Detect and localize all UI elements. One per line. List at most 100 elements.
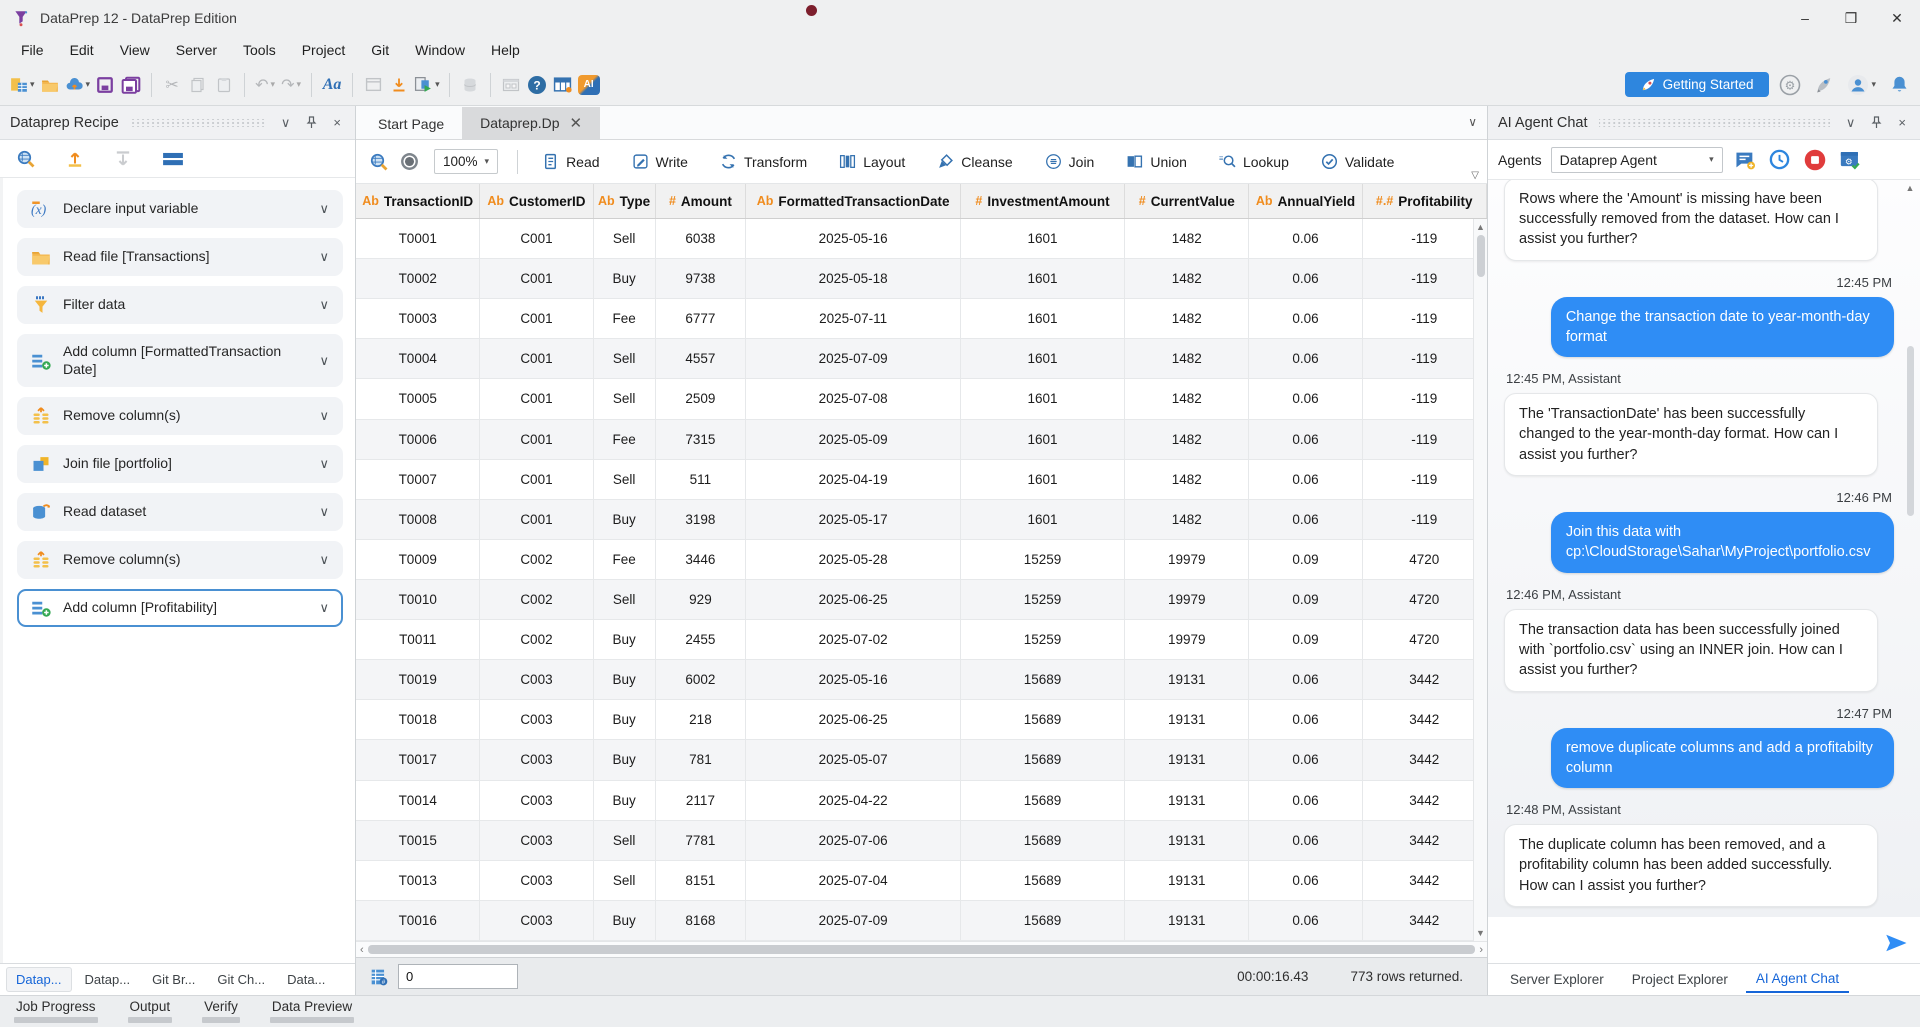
table-cell[interactable]: 511	[656, 460, 746, 499]
table-cell[interactable]: 1601	[961, 500, 1125, 539]
table-cell[interactable]: T0008	[356, 500, 480, 539]
table-cell[interactable]: 2455	[656, 620, 746, 659]
grid-column-header[interactable]: Ab FormattedTransactionDate	[746, 184, 961, 218]
table-cell[interactable]: 929	[656, 580, 746, 619]
table-row[interactable]: T0003C001Fee67772025-07-11160114820.06-1…	[356, 299, 1487, 339]
chevron-down-icon[interactable]: ∨	[319, 353, 329, 369]
table-cell[interactable]: 2025-05-09	[746, 420, 961, 459]
table-cell[interactable]: 2025-05-16	[746, 660, 961, 699]
grid-column-header[interactable]: Ab Type	[594, 184, 656, 218]
menu-item[interactable]: Window	[402, 39, 478, 61]
table-cell[interactable]: 0.06	[1249, 901, 1362, 940]
right-dock-tab[interactable]: Server Explorer	[1500, 967, 1614, 992]
table-cell[interactable]: 15689	[961, 821, 1125, 860]
table-cell[interactable]: Sell	[594, 339, 656, 378]
close-button[interactable]: ✕	[1874, 0, 1920, 36]
table-cell[interactable]: 1482	[1125, 259, 1249, 298]
ribbon-button[interactable]: Write	[619, 147, 701, 176]
list-view-button[interactable]	[162, 150, 184, 168]
recipe-step[interactable]: Read dataset ∨	[17, 493, 343, 531]
table-cell[interactable]: T0010	[356, 580, 480, 619]
grid-column-header[interactable]: Ab TransactionID	[356, 184, 480, 218]
table-cell[interactable]: 15689	[961, 700, 1125, 739]
table-cell[interactable]: 2025-04-22	[746, 781, 961, 820]
table-cell[interactable]: 19131	[1125, 821, 1249, 860]
table-cell[interactable]: -119	[1363, 460, 1487, 499]
table-cell[interactable]: 8151	[656, 861, 746, 900]
table-cell[interactable]: Fee	[594, 540, 656, 579]
table-cell[interactable]: 0.06	[1249, 781, 1362, 820]
table-cell[interactable]: C001	[480, 339, 593, 378]
table-cell[interactable]: T0003	[356, 299, 480, 338]
user-account-button[interactable]: ▾	[1845, 71, 1878, 99]
table-cell[interactable]: 3442	[1363, 740, 1487, 779]
table-cell[interactable]: C001	[480, 500, 593, 539]
table-cell[interactable]: 19979	[1125, 540, 1249, 579]
table-cell[interactable]: C001	[480, 379, 593, 418]
table-cell[interactable]: T0018	[356, 700, 480, 739]
table-row[interactable]: T0016C003Buy81682025-07-0915689191310.06…	[356, 901, 1487, 941]
table-cell[interactable]: Sell	[594, 861, 656, 900]
table-cell[interactable]: 0.06	[1249, 219, 1362, 258]
table-row[interactable]: T0019C003Buy60022025-05-1615689191310.06…	[356, 660, 1487, 700]
table-cell[interactable]: 1482	[1125, 339, 1249, 378]
table-cell[interactable]: T0001	[356, 219, 480, 258]
table-cell[interactable]: 3198	[656, 500, 746, 539]
table-row[interactable]: T0017C003Buy7812025-05-0715689191310.063…	[356, 740, 1487, 780]
open-file-button[interactable]	[37, 71, 63, 99]
table-cell[interactable]: Fee	[594, 299, 656, 338]
right-dock-tab[interactable]: AI Agent Chat	[1746, 966, 1849, 993]
menu-item[interactable]: Tools	[230, 39, 289, 61]
ribbon-button[interactable]: Union	[1113, 147, 1200, 176]
table-cell[interactable]: Buy	[594, 500, 656, 539]
table-cell[interactable]: 781	[656, 740, 746, 779]
table-cell[interactable]: 0.06	[1249, 259, 1362, 298]
grid-column-header[interactable]: Ab CustomerID	[480, 184, 593, 218]
compare-button[interactable]	[498, 71, 524, 99]
recipe-step[interactable]: Declare input variable ∨	[17, 190, 343, 228]
table-cell[interactable]: 6002	[656, 660, 746, 699]
table-cell[interactable]: 0.09	[1249, 620, 1362, 659]
ribbon-button[interactable]: Lookup	[1206, 147, 1302, 176]
table-cell[interactable]: C003	[480, 700, 593, 739]
table-cell[interactable]: -119	[1363, 339, 1487, 378]
table-cell[interactable]: 15259	[961, 580, 1125, 619]
table-cell[interactable]: -119	[1363, 500, 1487, 539]
table-cell[interactable]: C001	[480, 460, 593, 499]
table-cell[interactable]: 1482	[1125, 460, 1249, 499]
table-cell[interactable]: Sell	[594, 219, 656, 258]
notifications-button[interactable]	[1886, 71, 1912, 99]
agent-select[interactable]: Dataprep Agent▾	[1551, 147, 1723, 173]
table-row[interactable]: T0007C001Sell5112025-04-19160114820.06-1…	[356, 460, 1487, 500]
ribbon-overflow-chevron[interactable]: ▽	[1471, 170, 1479, 181]
vertical-scrollbar[interactable]: ▲ ▼	[1473, 219, 1487, 941]
table-row[interactable]: T0006C001Fee73152025-05-09160114820.06-1…	[356, 420, 1487, 460]
table-cell[interactable]: 19131	[1125, 861, 1249, 900]
recipe-step[interactable]: Add column [Profitability] ∨	[17, 589, 343, 627]
table-cell[interactable]: T0005	[356, 379, 480, 418]
chevron-down-icon[interactable]: ∨	[319, 600, 329, 616]
table-row[interactable]: T0008C001Buy31982025-05-17160114820.06-1…	[356, 500, 1487, 540]
table-cell[interactable]: T0006	[356, 420, 480, 459]
recipe-step[interactable]: Join file [portfolio] ∨	[17, 445, 343, 483]
table-cell[interactable]: -119	[1363, 379, 1487, 418]
table-row[interactable]: T0014C003Buy21172025-04-2215689191310.06…	[356, 781, 1487, 821]
panel-drag-handle[interactable]	[1599, 119, 1829, 127]
table-cell[interactable]: -119	[1363, 219, 1487, 258]
table-cell[interactable]: 1601	[961, 379, 1125, 418]
table-cell[interactable]: 7315	[656, 420, 746, 459]
table-cell[interactable]: 0.06	[1249, 740, 1362, 779]
scroll-down-arrow[interactable]: ▼	[1476, 925, 1485, 941]
table-cell[interactable]: C001	[480, 219, 593, 258]
table-cell[interactable]: Buy	[594, 259, 656, 298]
table-row[interactable]: T0018C003Buy2182025-06-2515689191310.063…	[356, 700, 1487, 740]
table-tools-button[interactable]	[550, 71, 576, 99]
table-cell[interactable]: Sell	[594, 580, 656, 619]
table-cell[interactable]: 1601	[961, 460, 1125, 499]
table-cell[interactable]: 19131	[1125, 901, 1249, 940]
chevron-down-icon[interactable]: ∨	[319, 201, 329, 217]
chevron-down-icon[interactable]: ∨	[319, 408, 329, 424]
chevron-down-icon[interactable]: ∨	[1842, 114, 1860, 132]
grid-column-header[interactable]: # Amount	[656, 184, 746, 218]
recipe-step[interactable]: Remove column(s) ∨	[17, 397, 343, 435]
